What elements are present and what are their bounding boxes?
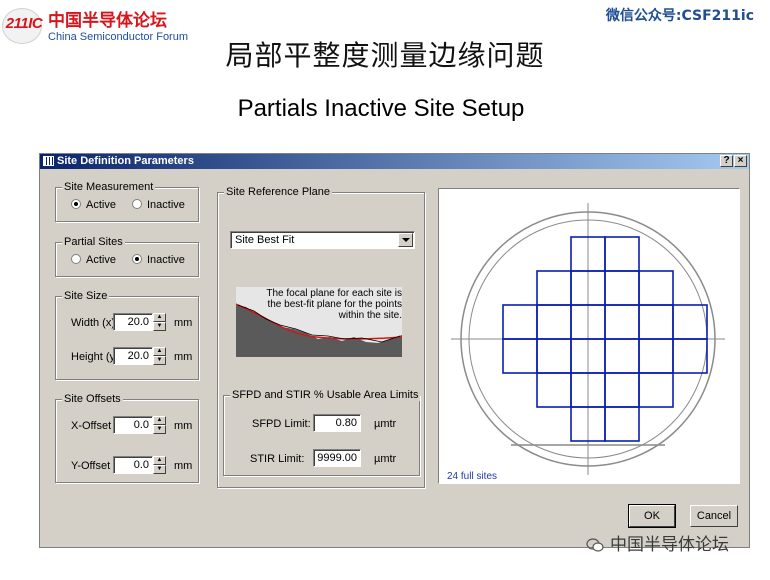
site-measurement-group: Site Measurement Active Inactive <box>55 181 199 222</box>
site-grid <box>502 236 708 442</box>
usable-area-limits-legend: SFPD and STIR % Usable Area Limits <box>230 389 421 401</box>
y-offset-input[interactable]: 0.0 <box>113 456 153 474</box>
spin-down-icon[interactable]: ▼ <box>153 465 166 474</box>
x-offset-input[interactable]: 0.0 <box>113 416 153 434</box>
width-unit: mm <box>174 317 193 329</box>
site-cell <box>638 338 674 374</box>
spin-down-icon[interactable]: ▼ <box>153 322 166 331</box>
site-cell <box>536 304 572 340</box>
logo-chinese-name: 中国半导体论坛 <box>48 11 167 31</box>
wafer-map-panel: 24 full sites <box>438 188 740 484</box>
site-cell <box>672 304 708 340</box>
grid-app-icon <box>43 156 54 166</box>
site-cell <box>604 338 640 374</box>
spin-down-icon[interactable]: ▼ <box>153 356 166 365</box>
radio-empty-icon <box>71 254 81 264</box>
width-stepper[interactable]: ▲ ▼ <box>153 313 166 331</box>
ok-button[interactable]: OK <box>628 504 676 528</box>
site-measurement-inactive-radio[interactable]: Inactive <box>132 199 185 211</box>
reference-plane-selected-value: Site Best Fit <box>235 234 295 246</box>
radio-empty-icon <box>132 199 142 209</box>
sfpd-limit-input[interactable]: 0.80 <box>313 414 361 432</box>
partial-sites-group: Partial Sites Active Inactive <box>55 236 199 277</box>
site-cell <box>638 372 674 408</box>
width-label: Width (x) <box>71 317 115 329</box>
site-cell <box>502 338 538 374</box>
usable-area-limits-group: SFPD and STIR % Usable Area Limits SFPD … <box>223 389 421 476</box>
site-size-group: Site Size Width (x) 20.0 ▲ ▼ mm Height (y… <box>55 290 199 380</box>
spin-down-icon[interactable]: ▼ <box>153 425 166 434</box>
site-cell <box>536 338 572 374</box>
site-reference-plane-legend: Site Reference Plane <box>224 186 332 198</box>
radio-label: Active <box>86 199 116 211</box>
site-cell <box>638 270 674 306</box>
y-offset-stepper[interactable]: ▲ ▼ <box>153 456 166 474</box>
radio-label: Inactive <box>147 254 185 266</box>
chevron-down-icon[interactable] <box>398 233 413 247</box>
height-unit: mm <box>174 351 193 363</box>
help-button[interactable]: ? <box>720 155 733 167</box>
x-offset-stepper[interactable]: ▲ ▼ <box>153 416 166 434</box>
site-size-legend: Site Size <box>62 290 110 302</box>
dialog-title: Site Definition Parameters <box>57 155 194 167</box>
x-offset-label: X-Offset <box>71 420 112 432</box>
spin-up-icon[interactable]: ▲ <box>153 347 166 356</box>
partial-sites-inactive-radio[interactable]: Inactive <box>132 254 185 266</box>
width-input[interactable]: 20.0 <box>113 313 153 331</box>
height-stepper[interactable]: ▲ ▼ <box>153 347 166 365</box>
y-offset-unit: mm <box>174 460 193 472</box>
site-cell <box>604 372 640 408</box>
site-cell <box>502 304 538 340</box>
stir-limit-label: STIR Limit: <box>250 453 305 465</box>
site-cell <box>604 270 640 306</box>
reference-plane-description: The focal plane for each site is the bes… <box>266 288 402 321</box>
radio-selected-icon <box>132 254 142 264</box>
site-definition-dialog: Site Definition Parameters ? × Site Meas… <box>39 153 750 548</box>
site-cell <box>672 338 708 374</box>
site-cell <box>536 372 572 408</box>
radio-label: Active <box>86 254 116 266</box>
watermark-text: 中国半导体论坛 <box>610 535 729 555</box>
spin-up-icon[interactable]: ▲ <box>153 313 166 322</box>
close-button[interactable]: × <box>734 155 747 167</box>
wafer-map <box>451 203 725 475</box>
site-offsets-legend: Site Offsets <box>62 393 123 405</box>
dialog-titlebar[interactable]: Site Definition Parameters ? × <box>40 154 749 169</box>
stir-limit-unit: µmtr <box>374 453 397 465</box>
wechat-id: 微信公众号:CSF211ic <box>605 8 754 24</box>
site-measurement-active-radio[interactable]: Active <box>71 199 116 211</box>
site-cell <box>536 270 572 306</box>
partial-sites-active-radio[interactable]: Active <box>71 254 116 266</box>
logo-number: 211IC <box>5 15 43 32</box>
best-fit-illustration: The focal plane for each site is the bes… <box>235 287 403 357</box>
stir-limit-input[interactable]: 9999.00 <box>313 449 361 467</box>
site-cell <box>604 304 640 340</box>
sfpd-limit-unit: µmtr <box>374 418 397 430</box>
site-cell <box>604 406 640 442</box>
sfpd-limit-label: SFPD Limit: <box>252 418 311 430</box>
radio-selected-icon <box>71 199 81 209</box>
partial-sites-legend: Partial Sites <box>62 236 125 248</box>
site-cell <box>638 304 674 340</box>
reference-plane-select[interactable]: Site Best Fit <box>230 231 415 249</box>
spin-up-icon[interactable]: ▲ <box>153 456 166 465</box>
site-cell <box>604 236 640 272</box>
cancel-button[interactable]: Cancel <box>690 505 738 527</box>
site-measurement-legend: Site Measurement <box>62 181 156 193</box>
slide-title-english: Partials Inactive Site Setup <box>237 95 525 122</box>
spin-up-icon[interactable]: ▲ <box>153 416 166 425</box>
x-offset-unit: mm <box>174 420 193 432</box>
height-label: Height (y) <box>71 351 119 363</box>
wechat-icon <box>586 538 604 552</box>
radio-label: Inactive <box>147 199 185 211</box>
full-sites-count: 24 full sites <box>447 471 498 482</box>
site-offsets-group: Site Offsets X-Offset 0.0 ▲ ▼ mm Y-Offset… <box>55 393 199 483</box>
y-offset-label: Y-Offset <box>71 460 111 472</box>
height-input[interactable]: 20.0 <box>113 347 153 365</box>
slide-title-chinese: 局部平整度测量边缘问题 <box>225 39 545 72</box>
